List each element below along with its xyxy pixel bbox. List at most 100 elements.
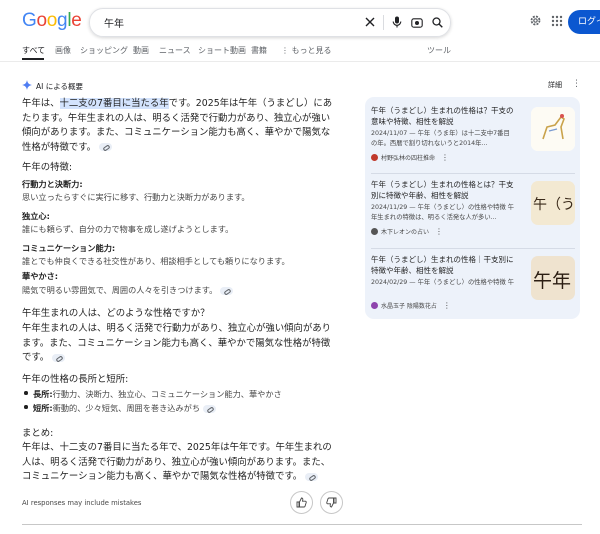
settings-gear-icon[interactable]	[529, 12, 542, 31]
trait-title: 独立心:	[22, 211, 50, 221]
logo-letter: o	[36, 10, 47, 31]
thumbnail-text: 午年	[533, 270, 572, 292]
source-link-icon[interactable]	[52, 353, 66, 362]
thumbs-down-button[interactable]	[320, 491, 343, 514]
thumbs-down-icon	[326, 493, 337, 512]
source-thumbnail[interactable]: 午（うま	[531, 181, 575, 225]
tab-news[interactable]: ニュース	[159, 45, 191, 56]
tab-all[interactable]: すべて	[22, 45, 45, 56]
source-title[interactable]: 午年（うまどし）生まれの性格とは？干支別に特徴や年齢、相性を解説	[371, 179, 516, 201]
sources-panel: 午年（うまどし）生まれの性格は？干支の意味や特徴、相性を解説 2024/11/0…	[365, 97, 580, 319]
thumbs-up-button[interactable]	[290, 491, 313, 514]
tab-more[interactable]: ⋮ もっと見る	[281, 45, 332, 56]
tab-tools[interactable]: ツール	[427, 45, 451, 56]
trait-desc: 誰にも頼らず、自分の力で物事を成し遂げようとします。	[22, 224, 234, 234]
source-divider	[371, 173, 575, 174]
logo-letter: e	[71, 10, 82, 31]
trait-desc: 陽気で明るい雰囲気で、周囲の人々を引きつけます。	[22, 285, 218, 295]
apps-grid-icon[interactable]	[551, 12, 563, 31]
source-snippet: 2024/11/07 — 午年（うま年）は十二支中7番目の年。西暦で割り切れない…	[371, 130, 510, 147]
source-link-icon[interactable]	[220, 286, 234, 295]
tab-books[interactable]: 書籍	[251, 45, 267, 56]
traits-heading: 午年の特徴:	[22, 162, 73, 173]
source-thumbnail[interactable]: 午年	[531, 256, 575, 300]
thumbs-up-icon	[296, 493, 307, 512]
logo-letter: G	[22, 10, 37, 31]
cons-text: 衝動的、少々短気、周囲を巻き込みがち	[52, 403, 201, 413]
tab-shorts[interactable]: ショート動画	[198, 45, 246, 56]
thumbnail-text: 午（うま	[533, 197, 575, 213]
logo-letter: o	[46, 10, 58, 31]
site-favicon-icon	[371, 154, 378, 161]
source-snippet: 2024/11/29 — 午年（うまどし）の性格や特徴 午年生まれの特徴は、明る…	[371, 204, 515, 221]
details-button[interactable]: 詳細	[548, 80, 562, 90]
more-options-icon[interactable]: ⋮	[572, 79, 581, 89]
intro-text: 午年は、	[22, 98, 60, 109]
search-input[interactable]: 午年	[104, 15, 124, 30]
source-title[interactable]: 午年（うまどし）生まれの性格｜干支別に特徴や年齢、相性を解説	[371, 254, 516, 276]
pros-cons-heading: 午年の性格の長所と短所:	[22, 374, 129, 385]
source-link-icon[interactable]	[203, 404, 217, 413]
source-link-icon[interactable]	[305, 472, 319, 481]
active-tab-indicator	[22, 58, 44, 60]
more-options-icon[interactable]: ⋮	[435, 227, 443, 236]
trait-desc: 誰とでも仲良くできる社交性があり、相談相手としても頼りになります。	[22, 256, 290, 266]
site-favicon-icon	[371, 302, 378, 309]
tab-videos[interactable]: 動画	[133, 45, 149, 56]
site-favicon-icon	[371, 228, 378, 235]
answer-text: ます。また、コミュニケーション能力も高く、華やかで陽気な性格が特徴	[22, 337, 331, 349]
pros-text: 行動力、決断力、独立心、コミュニケーション能力、華やかさ	[52, 389, 282, 399]
source-site: 村野弘林の四柱推命 ⋮	[371, 153, 449, 162]
highlighted-text[interactable]: 十二支の7番目に当たる年	[59, 98, 169, 109]
summary-heading: まとめ:	[22, 428, 54, 439]
header-divider	[0, 61, 600, 62]
summary-text: 午年は、十二支の7番目に当たる年で、2025年は午年です。午年生まれの	[22, 442, 332, 453]
intro-text: たります。午年生まれの人は、明るく活発で行動力があり、独立心が強い	[22, 112, 331, 124]
source-card[interactable]: 午年（うまどし）生まれの性格は？干支の意味や特徴、相性を解説 2024/11/0…	[371, 105, 575, 171]
tab-shopping[interactable]: ショッピング	[80, 45, 128, 56]
more-options-icon[interactable]: ⋮	[443, 301, 451, 310]
source-card[interactable]: 午年（うまどし）生まれの性格｜干支別に特徴や年齢、相性を解説 2024/02/2…	[371, 254, 575, 314]
ai-intro-paragraph: 午年は、十二支の7番目に当たる年です。2025年は午年（うまどし）にあ たります…	[22, 97, 362, 155]
ai-overview-header: AI による概要	[22, 80, 83, 92]
summary-text: コミュニケーション能力も高く、華やかで陽気な性格が特徴です。	[22, 471, 303, 482]
section-divider	[22, 524, 582, 525]
search-box[interactable]: 午年	[89, 8, 451, 37]
horse-illustration-icon	[531, 107, 575, 151]
source-site: 水晶玉子 陰陽数花占 ⋮	[371, 301, 451, 310]
source-site: 木下レオンの占い ⋮	[371, 227, 443, 236]
source-site-name: 木下レオンの占い	[381, 229, 430, 236]
source-snippet: 2024/02/29 — 午年（うまどし）の性格や特徴 午年生まれの人は、活発な…	[371, 279, 515, 286]
source-site-name: 村野弘林の四柱推命	[381, 155, 436, 162]
source-thumbnail[interactable]	[531, 107, 575, 151]
cons-label: 短所:	[33, 403, 53, 413]
lens-camera-icon[interactable]	[408, 13, 426, 31]
source-title[interactable]: 午年（うまどし）生まれの性格は？干支の意味や特徴、相性を解説	[371, 105, 516, 127]
intro-text: 性格が特徴です。	[22, 141, 97, 153]
google-logo[interactable]: Google	[22, 10, 82, 32]
tab-images[interactable]: 画像	[55, 45, 71, 56]
logo-letter: g	[57, 10, 68, 31]
intro-text: です。2025年は午年（うまどし）にあ	[168, 98, 333, 109]
ai-disclaimer: AI responses may include mistakes	[22, 499, 142, 507]
summary-text: 人は、明るく活発で行動力があり、独立心が強い傾向があります。また、	[22, 456, 331, 468]
trait-desc: 思い立ったらすぐに実行に移す、行動力と決断力があります。	[22, 192, 250, 202]
gemini-sparkle-icon	[22, 80, 32, 92]
microphone-icon[interactable]	[388, 13, 406, 31]
source-link-icon[interactable]	[99, 143, 113, 151]
source-divider	[371, 248, 575, 249]
ai-overview-title: AI による概要	[36, 81, 84, 91]
trait-title: コミュニケーション能力:	[22, 243, 116, 253]
divider	[383, 15, 384, 30]
answer-text: です。	[22, 352, 50, 363]
clear-icon[interactable]	[361, 13, 379, 31]
pros-label: 長所:	[33, 389, 53, 399]
trait-title: 行動力と決断力:	[22, 179, 83, 189]
trait-desc-row: 陽気で明るい雰囲気で、周囲の人々を引きつけます。	[22, 284, 234, 296]
question-answer: 午年生まれの人は、明るく活発で行動力があり、独立心が強い傾向があり ます。また、…	[22, 322, 362, 366]
source-card[interactable]: 午年（うまどし）生まれの性格とは？干支別に特徴や年齢、相性を解説 2024/11…	[371, 179, 575, 245]
search-icon[interactable]	[428, 13, 446, 31]
more-options-icon[interactable]: ⋮	[441, 153, 449, 162]
login-button[interactable]: ログイ	[568, 10, 600, 34]
list-item: 短所:衝動的、少々短気、周囲を巻き込みがち	[22, 401, 282, 415]
